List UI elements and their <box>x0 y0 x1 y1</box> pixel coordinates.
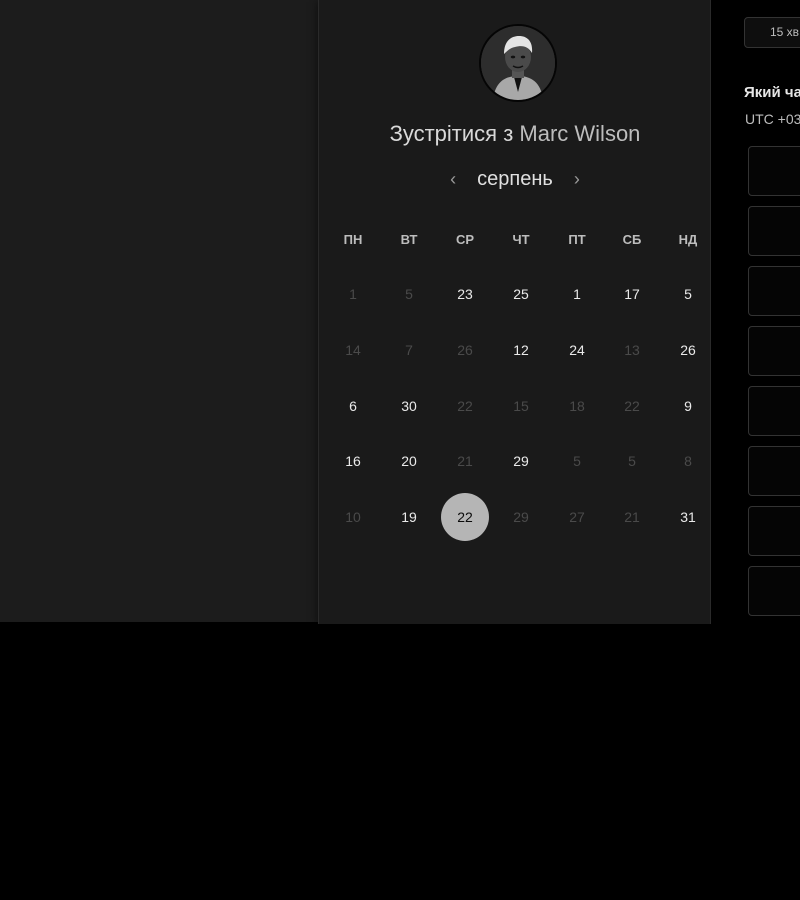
title-prefix: Зустрітися з <box>389 121 514 146</box>
calendar-day-selected[interactable]: 22 <box>441 493 489 541</box>
calendar-day[interactable]: 20 <box>385 437 433 485</box>
timeslot-button[interactable] <box>748 146 800 196</box>
page-backdrop <box>0 0 318 622</box>
calendar-day: 15 <box>513 398 529 414</box>
timeslot-button[interactable] <box>748 266 800 316</box>
timeslot-button[interactable] <box>748 566 800 616</box>
chevron-right-icon[interactable]: › <box>571 169 583 190</box>
calendar-day[interactable]: 23 <box>441 270 489 318</box>
calendar-day: 22 <box>624 398 640 414</box>
host-avatar <box>479 24 557 102</box>
calendar-day: 5 <box>573 453 581 469</box>
person-portrait-icon <box>481 26 555 100</box>
calendar-day[interactable]: 12 <box>497 326 545 374</box>
calendar-day: 13 <box>624 342 640 358</box>
page-title: Зустрітися з Marc Wilson <box>319 121 711 147</box>
month-navigation: ‹ серпень › <box>319 168 711 191</box>
calendar-day[interactable]: 26 <box>664 326 712 374</box>
timeslot-button[interactable] <box>748 506 800 556</box>
calendar-day: 10 <box>345 509 361 525</box>
booking-calendar-panel: Зустрітися з Marc Wilson ‹ серпень › ПН В… <box>318 0 711 624</box>
calendar-day: 21 <box>624 509 640 525</box>
calendar-day: 14 <box>345 342 361 358</box>
weekday-label: ЧТ <box>512 232 530 247</box>
calendar-day: 7 <box>405 342 413 358</box>
calendar-day[interactable]: 1 <box>553 270 601 318</box>
weekday-label: НД <box>678 232 698 247</box>
calendar-day: 26 <box>457 342 473 358</box>
weekday-label: ВТ <box>400 232 418 247</box>
weekday-label: СР <box>455 232 475 247</box>
calendar-day: 1 <box>349 286 357 302</box>
timeslot-button[interactable] <box>748 326 800 376</box>
timeslot-button[interactable] <box>748 206 800 256</box>
time-question-heading: Який ча <box>744 84 800 101</box>
calendar-day[interactable]: 5 <box>664 270 712 318</box>
calendar-day[interactable]: 19 <box>385 493 433 541</box>
calendar-day: 5 <box>628 453 636 469</box>
calendar-day: 18 <box>569 398 585 414</box>
calendar-day[interactable]: 30 <box>385 382 433 430</box>
calendar-day[interactable]: 29 <box>497 437 545 485</box>
month-label: серпень <box>477 168 553 190</box>
calendar-day[interactable]: 25 <box>497 270 545 318</box>
weekday-label: ПН <box>343 232 363 247</box>
calendar-day[interactable]: 16 <box>329 437 377 485</box>
weekday-label: СБ <box>622 232 642 247</box>
timeslot-button[interactable] <box>748 446 800 496</box>
weekday-label: ПТ <box>568 232 586 247</box>
calendar-day: 5 <box>405 286 413 302</box>
calendar-day[interactable]: 9 <box>664 382 712 430</box>
calendar-day: 22 <box>457 398 473 414</box>
timeslot-button[interactable] <box>748 386 800 436</box>
calendar-day[interactable]: 6 <box>329 382 377 430</box>
duration-selector[interactable]: 15 хв <box>744 17 800 48</box>
timezone-label[interactable]: UTC +03 <box>745 111 800 127</box>
calendar-day: 27 <box>569 509 585 525</box>
calendar-day[interactable]: 17 <box>608 270 656 318</box>
calendar-day[interactable]: 24 <box>553 326 601 374</box>
calendar-day: 29 <box>513 509 529 525</box>
calendar-day[interactable]: 31 <box>664 493 712 541</box>
calendar-day: 21 <box>457 453 473 469</box>
chevron-left-icon[interactable]: ‹ <box>447 169 459 190</box>
host-name: Marc Wilson <box>519 121 641 146</box>
timeslot-panel: 15 хв Який ча UTC +03 <box>712 0 800 624</box>
calendar-day: 8 <box>684 453 692 469</box>
